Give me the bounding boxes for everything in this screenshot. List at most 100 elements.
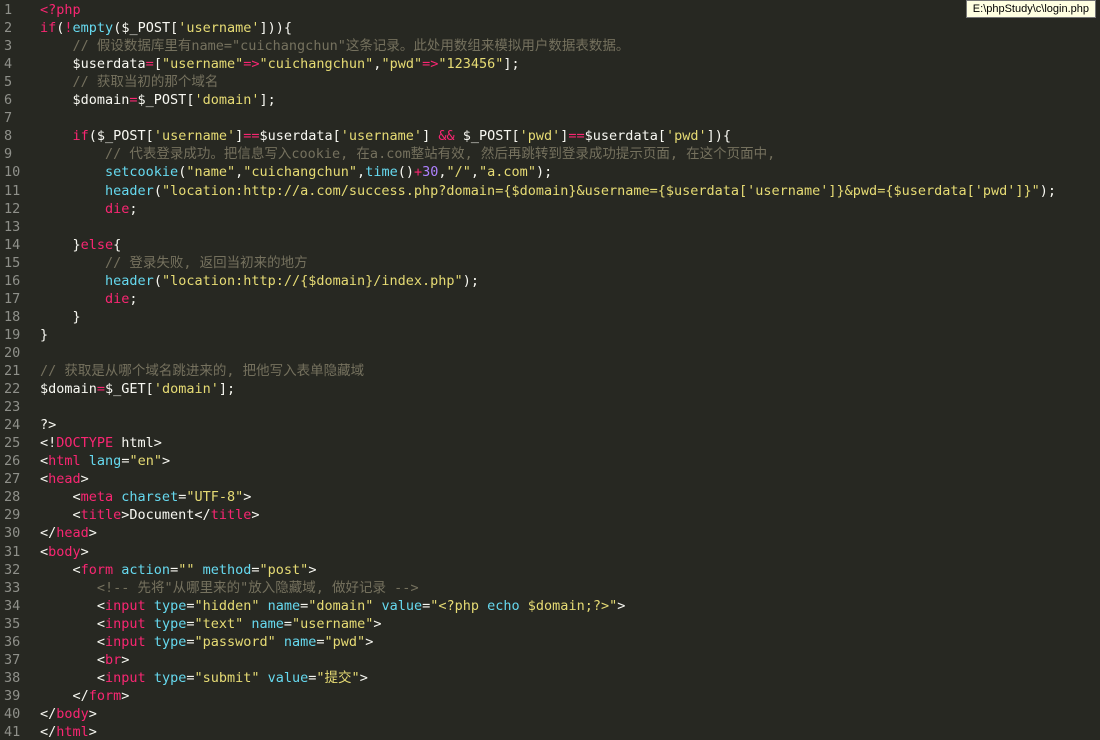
- code-token: =: [283, 615, 293, 632]
- code-token: <: [40, 471, 49, 488]
- code-line[interactable]: <meta charset="UTF-8">: [40, 488, 252, 506]
- code-token: 'pwd': [519, 128, 561, 145]
- code-token: "pwd": [381, 56, 423, 73]
- line-number: 30: [4, 525, 21, 542]
- code-line[interactable]: <!DOCTYPE html>: [40, 434, 162, 452]
- code-token: if: [72, 128, 89, 145]
- code-token: (): [397, 164, 414, 181]
- code-line[interactable]: // 代表登录成功。把信息写入cookie, 在a.com整站有效, 然后再跳转…: [40, 145, 775, 163]
- code-token: "a.com": [479, 164, 536, 181]
- code-line[interactable]: <!-- 先将"从哪里来的"放入隐藏域, 做好记录 -->: [40, 579, 419, 597]
- code-token: !: [64, 20, 73, 37]
- code-line[interactable]: $userdata=["username"=>"cuichangchun","p…: [40, 55, 520, 73]
- code-token: head: [56, 525, 89, 542]
- code-line[interactable]: die;: [40, 290, 138, 308]
- code-token: =>: [422, 56, 439, 73]
- code-token: input: [105, 633, 146, 650]
- code-line[interactable]: <input type="password" name="pwd">: [40, 633, 373, 651]
- code-token: $_POST[: [137, 92, 195, 109]
- code-line[interactable]: <form action="" method="post">: [40, 561, 317, 579]
- code-line[interactable]: if($_POST['username']==$userdata['userna…: [40, 127, 731, 145]
- code-line[interactable]: <body>: [40, 543, 89, 561]
- code-line[interactable]: // 登录失败, 返回当初来的地方: [40, 254, 308, 272]
- code-token: ?>: [40, 417, 57, 434]
- code-token: header: [105, 272, 154, 289]
- code-line[interactable]: <head>: [40, 470, 89, 488]
- code-token: =: [316, 633, 325, 650]
- code-line[interactable]: </head>: [40, 524, 97, 542]
- code-token: "submit": [194, 669, 260, 686]
- code-token: ])){: [259, 20, 293, 37]
- line-number: 28: [4, 489, 21, 506]
- line-number: 15: [4, 254, 21, 271]
- code-token: type: [153, 597, 187, 614]
- file-path-tooltip: E:\phpStudy\c\login.php: [965, 0, 1096, 18]
- code-line[interactable]: $domain=$_GET['domain'];: [40, 380, 235, 398]
- code-token: </: [40, 687, 89, 704]
- code-token: "post": [259, 561, 309, 578]
- code-line[interactable]: // 假设数据库里有name="cuichangchun"这条记录。此处用数组来…: [40, 37, 630, 55]
- code-line[interactable]: setcookie("name","cuichangchun",time()+3…: [40, 163, 552, 181]
- code-token: "": [178, 561, 195, 578]
- code-line[interactable]: // 获取是从哪个域名跳进来的, 把他写入表单隐藏域: [40, 362, 364, 380]
- code-token: ,: [438, 164, 447, 181]
- code-token: type: [153, 615, 187, 632]
- code-line[interactable]: }: [40, 326, 48, 344]
- code-line[interactable]: <input type="text" name="username">: [40, 615, 382, 633]
- code-token: <: [40, 453, 49, 470]
- code-token: html: [48, 453, 81, 470]
- code-token: $domain: [40, 381, 97, 398]
- code-editor[interactable]: 1 2 3 4 5 6 7 8 9 10 11 12 13 14 15 16 17 18 19 20 21 22 23 24 2…: [0, 0, 1100, 740]
- code-line[interactable]: }: [40, 308, 81, 326]
- code-token: 30: [422, 164, 439, 181]
- code-line[interactable]: <?php: [40, 1, 81, 19]
- line-number: 41: [4, 724, 21, 740]
- line-number-gutter: 1 2 3 4 5 6 7 8 9 10 11 12 13 14 15 16 17 18 19 20 21 22 23 24 2…: [0, 0, 36, 740]
- code-token: <: [40, 651, 106, 668]
- code-line[interactable]: <br>: [40, 651, 130, 669]
- code-line[interactable]: }else{: [40, 236, 122, 254]
- code-line[interactable]: </form>: [40, 687, 130, 705]
- code-line[interactable]: <html lang="en">: [40, 452, 170, 470]
- code-line[interactable]: </html>: [40, 723, 97, 740]
- code-token: time: [365, 164, 398, 181]
- code-line[interactable]: <title>Document</title>: [40, 506, 260, 524]
- code-line[interactable]: <input type="hidden" name="domain" value…: [40, 597, 625, 615]
- code-line[interactable]: die;: [40, 200, 138, 218]
- code-token: $_GET[: [105, 381, 154, 398]
- code-line[interactable]: header("location:http://a.com/success.ph…: [40, 182, 1056, 200]
- code-token: 'domain': [153, 381, 219, 398]
- code-token: >Document</: [121, 507, 211, 524]
- code-area[interactable]: <?php if(!empty($_POST['username'])){ // …: [40, 0, 1100, 740]
- code-line[interactable]: // 获取当初的那个域名: [40, 73, 219, 91]
- code-token: >: [121, 651, 130, 668]
- code-line[interactable]: if(!empty($_POST['username'])){: [40, 19, 292, 37]
- code-token: body: [48, 543, 81, 560]
- code-line[interactable]: </body>: [40, 705, 97, 723]
- code-line[interactable]: ?>: [40, 416, 56, 434]
- code-token: $userdata[: [259, 128, 341, 145]
- code-token: "password": [194, 633, 276, 650]
- code-line[interactable]: $domain=$_POST['domain'];: [40, 91, 276, 109]
- code-line[interactable]: <input type="submit" value="提交">: [40, 669, 368, 687]
- code-token: =: [129, 92, 138, 109]
- code-token: "UTF-8": [186, 489, 244, 506]
- code-token: name: [283, 633, 317, 650]
- code-token: >: [251, 507, 260, 524]
- code-line[interactable]: header("location:http://{$domain}/index.…: [40, 272, 479, 290]
- code-token: +: [413, 164, 423, 181]
- code-token: "<?php: [430, 597, 488, 614]
- code-token: >: [161, 453, 171, 470]
- code-token: $domain;?>": [519, 597, 618, 614]
- line-number: 38: [4, 669, 21, 686]
- code-token: html: [56, 724, 89, 740]
- line-number: 4: [4, 56, 13, 73]
- code-token: =: [145, 56, 154, 73]
